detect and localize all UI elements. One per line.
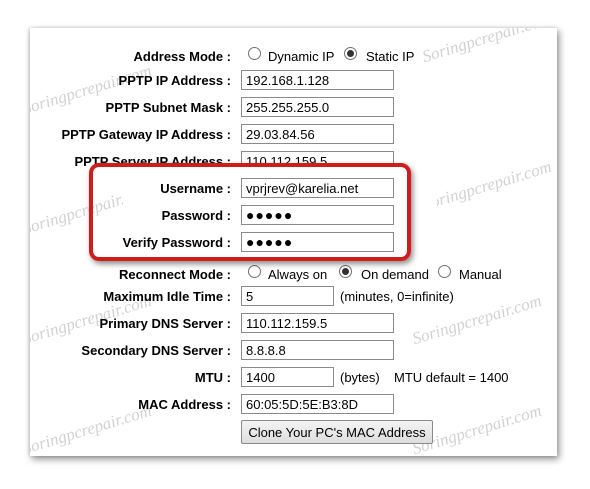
highlight-box xyxy=(89,163,411,261)
dynamic-ip-radio[interactable] xyxy=(248,47,261,60)
max-idle-label: Maximum Idle Time : xyxy=(103,289,231,304)
dynamic-ip-label: Dynamic IP xyxy=(268,49,335,64)
max-idle-row: Maximum Idle Time : 5 (minutes, 0=infini… xyxy=(30,286,557,308)
address-mode-label: Address Mode : xyxy=(133,49,231,64)
on-demand-label: On demand xyxy=(361,267,429,282)
mac-input[interactable]: 60:05:5D:5E:B3:8D xyxy=(241,394,394,414)
clone-mac-button[interactable]: Clone Your PC's MAC Address xyxy=(241,420,433,444)
pptp-ip-input[interactable]: 192.168.1.128 xyxy=(241,70,394,90)
pptp-gateway-input[interactable]: 29.03.84.56 xyxy=(241,124,394,144)
primary-dns-label: Primary DNS Server : xyxy=(99,316,231,331)
primary-dns-row: Primary DNS Server : 110.112.159.5 xyxy=(30,313,557,335)
pptp-mask-label: PPTP Subnet Mask : xyxy=(105,100,231,115)
primary-dns-input[interactable]: 110.112.159.5 xyxy=(241,313,394,333)
address-mode-row: Address Mode : Dynamic IP Static IP xyxy=(30,46,557,68)
reconnect-mode-label: Reconnect Mode : xyxy=(119,267,231,282)
pptp-ip-row: PPTP IP Address : 192.168.1.128 xyxy=(30,70,557,92)
on-demand-radio[interactable] xyxy=(339,265,352,278)
manual-radio[interactable] xyxy=(438,265,451,278)
secondary-dns-label: Secondary DNS Server : xyxy=(81,343,231,358)
max-idle-unit: (minutes, 0=infinite) xyxy=(340,289,454,304)
pptp-gateway-row: PPTP Gateway IP Address : 29.03.84.56 xyxy=(30,124,557,146)
manual-label: Manual xyxy=(459,267,502,282)
mac-label: MAC Address : xyxy=(138,397,231,412)
mtu-unit: (bytes) xyxy=(340,370,380,385)
pptp-gateway-label: PPTP Gateway IP Address : xyxy=(61,127,231,142)
pptp-mask-input[interactable]: 255.255.255.0 xyxy=(241,97,394,117)
always-on-label: Always on xyxy=(268,267,328,282)
mtu-label: MTU : xyxy=(194,370,231,385)
pptp-mask-row: PPTP Subnet Mask : 255.255.255.0 xyxy=(30,97,557,119)
secondary-dns-row: Secondary DNS Server : 8.8.8.8 xyxy=(30,340,557,362)
mtu-default-note: MTU default = 1400 xyxy=(394,370,509,385)
secondary-dns-input[interactable]: 8.8.8.8 xyxy=(241,340,394,360)
max-idle-input[interactable]: 5 xyxy=(241,286,334,306)
mtu-row: MTU : 1400 (bytes) MTU default = 1400 xyxy=(30,367,557,389)
static-ip-radio[interactable] xyxy=(344,47,357,60)
always-on-radio[interactable] xyxy=(248,265,261,278)
mac-row: MAC Address : 60:05:5D:5E:B3:8D xyxy=(30,394,557,416)
static-ip-label: Static IP xyxy=(366,49,415,64)
reconnect-mode-row: Reconnect Mode : Always on On demand Man… xyxy=(30,264,557,286)
pptp-ip-label: PPTP IP Address : xyxy=(118,73,231,88)
mtu-input[interactable]: 1400 xyxy=(241,367,334,387)
